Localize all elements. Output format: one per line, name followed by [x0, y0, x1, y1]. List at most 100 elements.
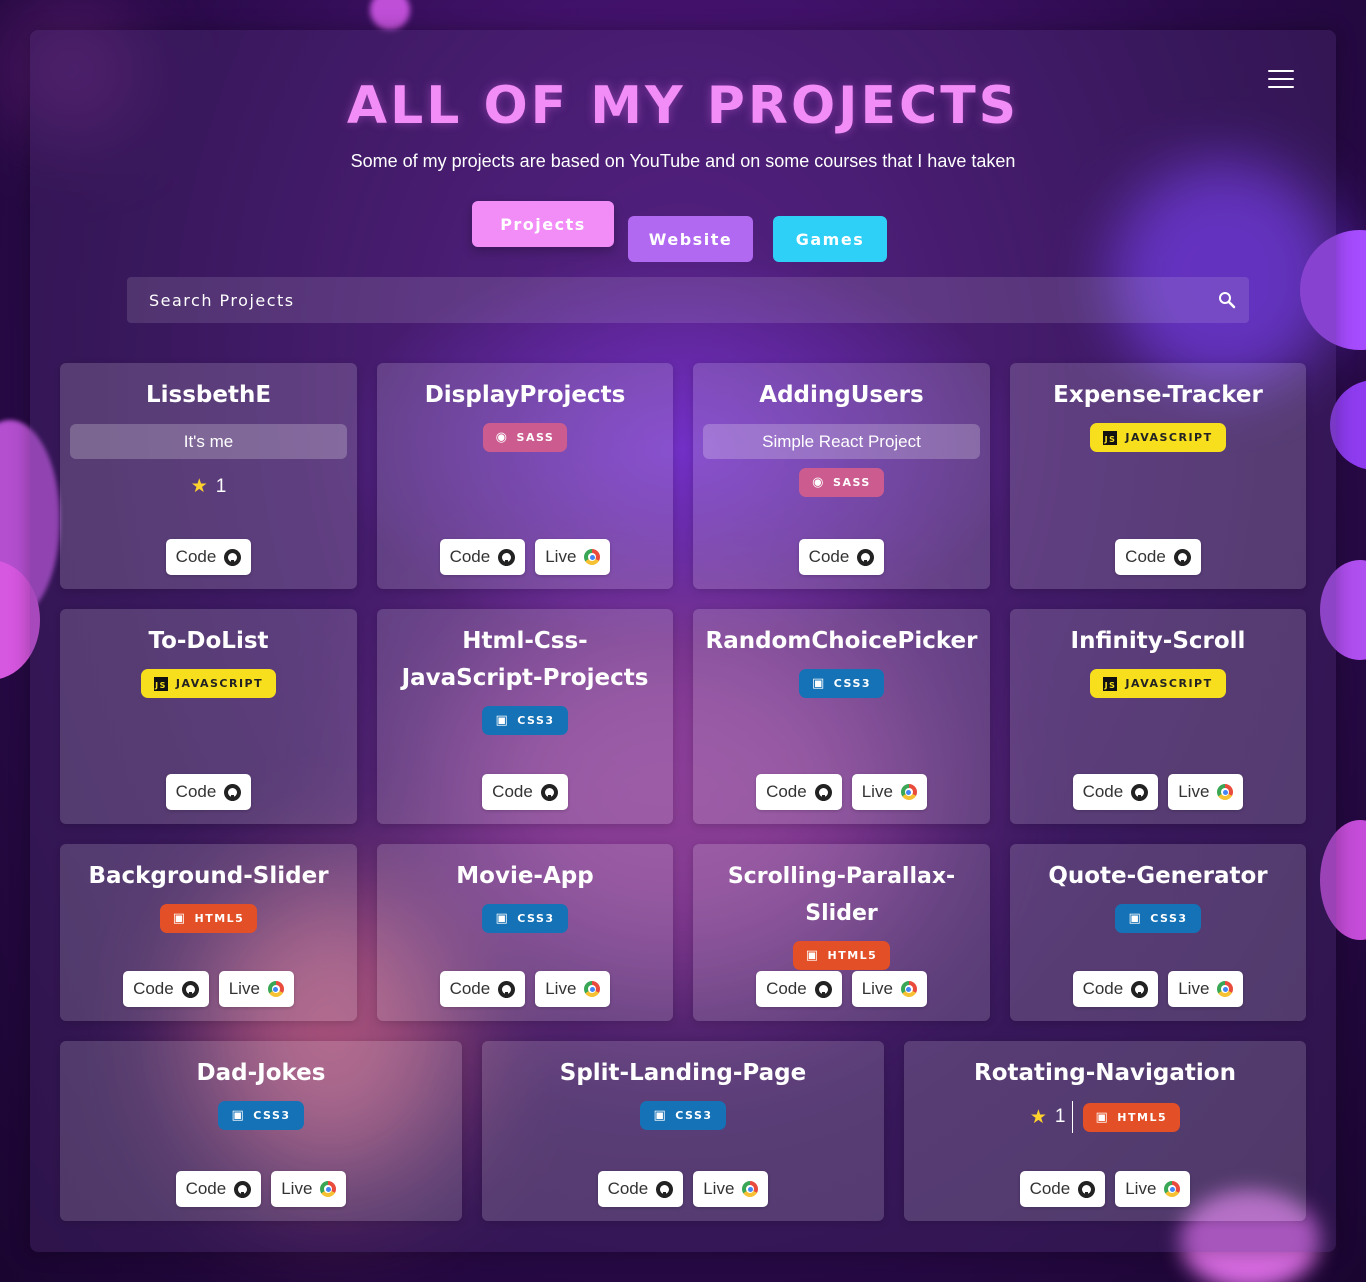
code-button[interactable]: Code [756, 971, 842, 1007]
search-bar [127, 277, 1249, 323]
css3-icon: ▣ [231, 1108, 246, 1123]
project-card: Quote-Generator ▣ CSS3 Code Live [1010, 844, 1306, 1021]
project-card: Infinity-Scroll JS JAVASCRIPT Code Live [1010, 609, 1306, 824]
project-title: Split-Landing-Page [559, 1060, 807, 1086]
code-button[interactable]: Code [482, 774, 568, 810]
github-icon [1131, 783, 1149, 801]
project-card: RandomChoicePicker ▣ CSS3 Code Live [693, 609, 990, 824]
project-title: Infinity-Scroll [1070, 628, 1246, 654]
chrome-icon [584, 981, 601, 997]
code-button[interactable]: Code [798, 539, 885, 575]
project-card: Rotating-Navigation ★ 1 ▣ HTML5 Code Live [904, 1041, 1306, 1221]
github-icon [224, 783, 242, 801]
tech-badge: ▣ CSS3 [640, 1101, 726, 1130]
github-icon [814, 783, 832, 801]
code-button[interactable]: Code [597, 1171, 684, 1207]
html5-icon: ▣ [805, 948, 820, 963]
project-card: Scrolling-Parallax-Slider ▣ HTML5 Code Li… [693, 844, 990, 1021]
tech-badge: ▣ HTML5 [792, 941, 891, 970]
css3-icon: ▣ [653, 1108, 668, 1123]
project-title: Scrolling-Parallax-Slider [727, 864, 956, 926]
chrome-icon [320, 1181, 337, 1197]
project-title: Quote-Generator [1048, 863, 1268, 889]
css3-icon: ▣ [495, 713, 510, 728]
live-button[interactable]: Live [218, 971, 294, 1007]
code-button[interactable]: Code [123, 971, 209, 1007]
project-title: Background-Slider [88, 863, 329, 889]
project-title: Movie-App [456, 863, 594, 889]
project-card: To-DoList JS JAVASCRIPT Code [60, 609, 357, 824]
tech-badge: JS JAVASCRIPT [140, 669, 277, 698]
github-icon [656, 1180, 674, 1198]
search-icon[interactable] [1217, 290, 1237, 310]
chrome-icon [1217, 784, 1234, 800]
project-card: LissbethE It's me ★ 1 Code [60, 363, 357, 589]
sass-icon: ◉ [495, 430, 509, 445]
star-count: ★ 1 [190, 476, 227, 497]
chrome-icon [1217, 981, 1234, 997]
code-button[interactable]: Code [1072, 971, 1159, 1007]
tab-projects[interactable]: Projects [472, 201, 614, 247]
code-button[interactable]: Code [1115, 539, 1201, 575]
github-icon [498, 980, 516, 998]
project-card: Movie-App ▣ CSS3 Code Live [377, 844, 673, 1021]
tab-website[interactable]: Website [628, 216, 753, 262]
github-icon [1131, 980, 1149, 998]
project-card: DisplayProjects ◉ SASS Code Live [377, 363, 673, 589]
live-button[interactable]: Live [535, 539, 611, 575]
github-icon [540, 783, 558, 801]
tech-badge: JS JAVASCRIPT [1090, 423, 1226, 452]
project-description: It's me [70, 424, 347, 459]
tech-badge: ▣ CSS3 [482, 904, 568, 933]
code-button[interactable]: Code [1019, 1171, 1106, 1207]
live-button[interactable]: Live [851, 774, 927, 810]
github-icon [224, 548, 242, 566]
tech-badge: ▣ CSS3 [798, 669, 885, 698]
html5-icon: ▣ [1095, 1109, 1110, 1125]
chrome-icon [900, 981, 917, 997]
code-button[interactable]: Code [439, 539, 526, 575]
tech-badge: ▣ HTML5 [159, 904, 258, 933]
search-input[interactable] [127, 277, 1249, 323]
tech-badge: ▣ CSS3 [218, 1101, 304, 1130]
live-button[interactable]: Live [535, 971, 611, 1007]
project-description: Simple React Project [703, 424, 980, 459]
chrome-icon [742, 1181, 759, 1197]
chrome-icon [900, 784, 917, 800]
tech-badge: ◉ SASS [482, 423, 568, 452]
live-button[interactable]: Live [1168, 971, 1244, 1007]
live-button[interactable]: Live [271, 1171, 347, 1207]
github-icon [181, 980, 199, 998]
sass-icon: ◉ [812, 475, 826, 490]
code-button[interactable]: Code [165, 539, 252, 575]
star-count: 1 [1054, 1106, 1066, 1127]
code-button[interactable]: Code [165, 774, 252, 810]
javascript-icon: JS [1103, 430, 1118, 445]
project-title: DisplayProjects [424, 382, 626, 408]
project-title: Html-Css-JavaScript-Projects [401, 628, 649, 691]
github-icon [498, 548, 516, 566]
live-button[interactable]: Live [851, 971, 927, 1007]
live-button[interactable]: Live [1115, 1171, 1191, 1207]
code-button[interactable]: Code [175, 1171, 262, 1207]
javascript-icon: JS [1103, 676, 1118, 691]
project-title: To-DoList [148, 628, 269, 654]
projects-panel: ALL OF MY PROJECTS Some of my projects a… [30, 30, 1336, 1252]
project-card: Background-Slider ▣ HTML5 Code Live [60, 844, 357, 1021]
project-title: Dad-Jokes [196, 1060, 326, 1086]
project-title: RandomChoicePicker [705, 628, 978, 654]
tab-games[interactable]: Games [773, 216, 887, 262]
code-button[interactable]: Code [439, 971, 526, 1007]
tech-badge: ◉ SASS [799, 468, 884, 497]
code-button[interactable]: Code [1072, 774, 1159, 810]
project-title: Expense-Tracker [1053, 382, 1263, 408]
code-button[interactable]: Code [756, 774, 842, 810]
live-button[interactable]: Live [1168, 774, 1244, 810]
tech-badge: ▣ HTML5 [1082, 1102, 1181, 1132]
tech-badge: ▣ CSS3 [482, 706, 568, 735]
github-icon [814, 980, 832, 998]
chrome-icon [1164, 1181, 1181, 1197]
project-title: LissbethE [145, 382, 272, 408]
css3-icon: ▣ [811, 676, 826, 691]
live-button[interactable]: Live [693, 1171, 769, 1207]
